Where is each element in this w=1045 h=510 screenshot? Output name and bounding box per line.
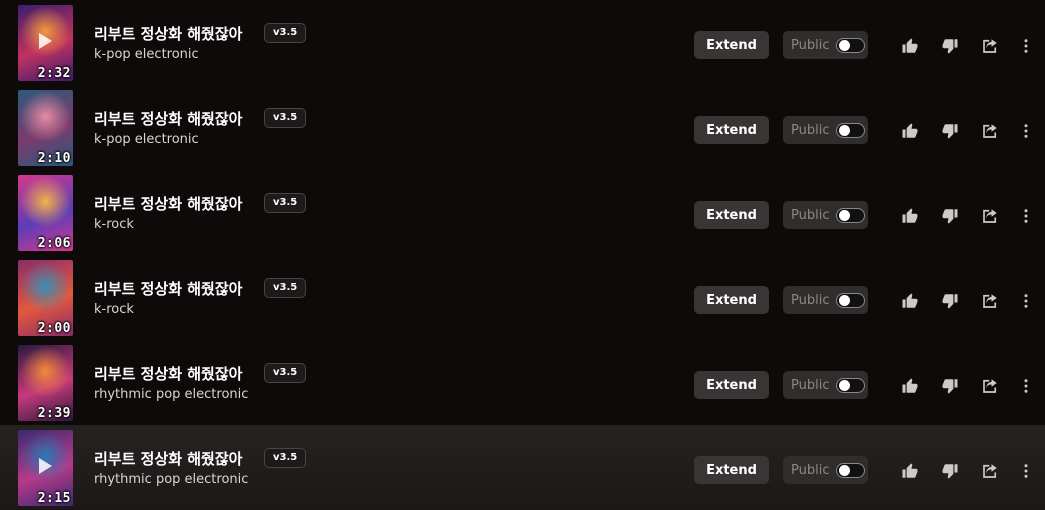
extend-button[interactable]: Extend	[694, 116, 769, 144]
version-badge: v3.5	[264, 108, 307, 128]
song-genre: k-rock	[94, 217, 134, 232]
thumbs-up-icon[interactable]	[901, 207, 919, 225]
song-genre: rhythmic pop electronic	[94, 472, 249, 487]
share-icon[interactable]	[981, 207, 999, 225]
song-title[interactable]: 리부트 정상화 해줬잖아	[94, 363, 242, 384]
more-vertical-icon[interactable]	[1017, 122, 1035, 140]
public-toggle-button[interactable]: Public	[783, 31, 868, 59]
song-cover[interactable]: 2:39	[18, 345, 73, 421]
extend-button[interactable]: Extend	[694, 201, 769, 229]
song-title[interactable]: 리부트 정상화 해줬잖아	[94, 193, 242, 214]
song-cover[interactable]: 2:32	[18, 5, 73, 81]
public-label: Public	[791, 292, 830, 308]
song-cover[interactable]: 2:15	[18, 430, 73, 506]
public-switch[interactable]	[836, 208, 865, 223]
version-badge: v3.5	[264, 278, 307, 298]
switch-knob	[839, 380, 850, 391]
switch-knob	[839, 40, 850, 51]
share-icon[interactable]	[981, 37, 999, 55]
more-vertical-icon[interactable]	[1017, 377, 1035, 395]
song-cover[interactable]: 2:06	[18, 175, 73, 251]
public-label: Public	[791, 462, 830, 478]
switch-knob	[839, 465, 850, 476]
public-toggle-button[interactable]: Public	[783, 201, 868, 229]
song-cover[interactable]: 2:10	[18, 90, 73, 166]
share-icon[interactable]	[981, 462, 999, 480]
extend-button[interactable]: Extend	[694, 286, 769, 314]
public-toggle-button[interactable]: Public	[783, 371, 868, 399]
version-badge: v3.5	[264, 363, 307, 383]
song-row[interactable]: 2:06 리부트 정상화 해줬잖아 v3.5 k-rock Extend Pub…	[0, 170, 1045, 255]
thumbs-down-icon[interactable]	[941, 37, 959, 55]
song-duration: 2:39	[37, 406, 71, 421]
thumbs-up-icon[interactable]	[901, 122, 919, 140]
extend-button[interactable]: Extend	[694, 456, 769, 484]
public-toggle-button[interactable]: Public	[783, 116, 868, 144]
song-row[interactable]: 2:15 리부트 정상화 해줬잖아 v3.5 rhythmic pop elec…	[0, 425, 1045, 510]
share-icon[interactable]	[981, 377, 999, 395]
song-cover[interactable]: 2:00	[18, 260, 73, 336]
thumbs-down-icon[interactable]	[941, 292, 959, 310]
version-badge: v3.5	[264, 448, 307, 468]
thumbs-up-icon[interactable]	[901, 377, 919, 395]
thumbs-up-icon[interactable]	[901, 462, 919, 480]
public-switch[interactable]	[836, 463, 865, 478]
song-duration: 2:15	[37, 491, 71, 506]
thumbs-up-icon[interactable]	[901, 292, 919, 310]
song-row[interactable]: 2:10 리부트 정상화 해줬잖아 v3.5 k-pop electronic …	[0, 85, 1045, 170]
public-label: Public	[791, 377, 830, 393]
extend-button[interactable]: Extend	[694, 371, 769, 399]
share-icon[interactable]	[981, 292, 999, 310]
play-icon[interactable]	[39, 458, 52, 474]
thumbs-down-icon[interactable]	[941, 122, 959, 140]
public-label: Public	[791, 122, 830, 138]
song-title[interactable]: 리부트 정상화 해줬잖아	[94, 448, 242, 469]
public-switch[interactable]	[836, 38, 865, 53]
song-genre: k-rock	[94, 302, 134, 317]
thumbs-down-icon[interactable]	[941, 207, 959, 225]
switch-knob	[839, 125, 850, 136]
song-row[interactable]: 2:32 리부트 정상화 해줬잖아 v3.5 k-pop electronic …	[0, 0, 1045, 85]
public-label: Public	[791, 207, 830, 223]
song-genre: rhythmic pop electronic	[94, 387, 249, 402]
play-icon[interactable]	[39, 33, 52, 49]
more-vertical-icon[interactable]	[1017, 207, 1035, 225]
song-genre: k-pop electronic	[94, 47, 199, 62]
song-title[interactable]: 리부트 정상화 해줬잖아	[94, 23, 242, 44]
public-switch[interactable]	[836, 293, 865, 308]
thumbs-up-icon[interactable]	[901, 37, 919, 55]
switch-knob	[839, 295, 850, 306]
song-list: 2:32 리부트 정상화 해줬잖아 v3.5 k-pop electronic …	[0, 0, 1045, 510]
public-label: Public	[791, 37, 830, 53]
song-title[interactable]: 리부트 정상화 해줬잖아	[94, 278, 242, 299]
song-duration: 2:10	[37, 151, 71, 166]
version-badge: v3.5	[264, 23, 307, 43]
song-duration: 2:06	[37, 236, 71, 251]
song-title[interactable]: 리부트 정상화 해줬잖아	[94, 108, 242, 129]
song-duration: 2:00	[37, 321, 71, 336]
switch-knob	[839, 210, 850, 221]
thumbs-down-icon[interactable]	[941, 462, 959, 480]
public-toggle-button[interactable]: Public	[783, 286, 868, 314]
song-row[interactable]: 2:39 리부트 정상화 해줬잖아 v3.5 rhythmic pop elec…	[0, 340, 1045, 425]
more-vertical-icon[interactable]	[1017, 292, 1035, 310]
more-vertical-icon[interactable]	[1017, 462, 1035, 480]
public-switch[interactable]	[836, 123, 865, 138]
thumbs-down-icon[interactable]	[941, 377, 959, 395]
share-icon[interactable]	[981, 122, 999, 140]
public-toggle-button[interactable]: Public	[783, 456, 868, 484]
song-row[interactable]: 2:00 리부트 정상화 해줬잖아 v3.5 k-rock Extend Pub…	[0, 255, 1045, 340]
song-duration: 2:32	[37, 66, 71, 81]
public-switch[interactable]	[836, 378, 865, 393]
song-genre: k-pop electronic	[94, 132, 199, 147]
version-badge: v3.5	[264, 193, 307, 213]
extend-button[interactable]: Extend	[694, 31, 769, 59]
more-vertical-icon[interactable]	[1017, 37, 1035, 55]
